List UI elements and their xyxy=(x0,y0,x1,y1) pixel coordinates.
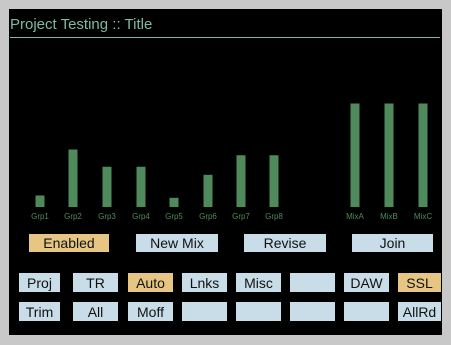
enabled-button[interactable]: Enabled xyxy=(28,233,110,253)
screen-bezel: Project Testing :: Title Grp1 Grp2 Grp3 Grp… xyxy=(0,0,451,345)
blank-button[interactable] xyxy=(289,272,336,293)
allrd-button[interactable]: AllRd xyxy=(397,301,442,322)
blank-button[interactable] xyxy=(181,301,228,322)
daw-button[interactable]: DAW xyxy=(343,272,390,293)
blank-button[interactable] xyxy=(289,301,336,322)
page-title: Project Testing :: Title xyxy=(10,16,153,33)
proj-button[interactable]: Proj xyxy=(18,272,61,293)
blank-button[interactable] xyxy=(343,301,390,322)
tr-button[interactable]: TR xyxy=(72,272,119,293)
title-divider xyxy=(10,37,440,38)
join-button[interactable]: Join xyxy=(351,233,434,253)
new-mix-button[interactable]: New Mix xyxy=(135,233,219,253)
all-button[interactable]: All xyxy=(72,301,119,322)
blank-button[interactable] xyxy=(235,301,282,322)
trim-button[interactable]: Trim xyxy=(18,301,61,322)
ssl-button[interactable]: SSL xyxy=(397,272,442,293)
links-button[interactable]: Lnks xyxy=(181,272,228,293)
moff-button[interactable]: Moff xyxy=(127,301,174,322)
misc-button[interactable]: Misc xyxy=(235,272,282,293)
auto-button[interactable]: Auto xyxy=(127,272,174,293)
revise-button[interactable]: Revise xyxy=(243,233,327,253)
